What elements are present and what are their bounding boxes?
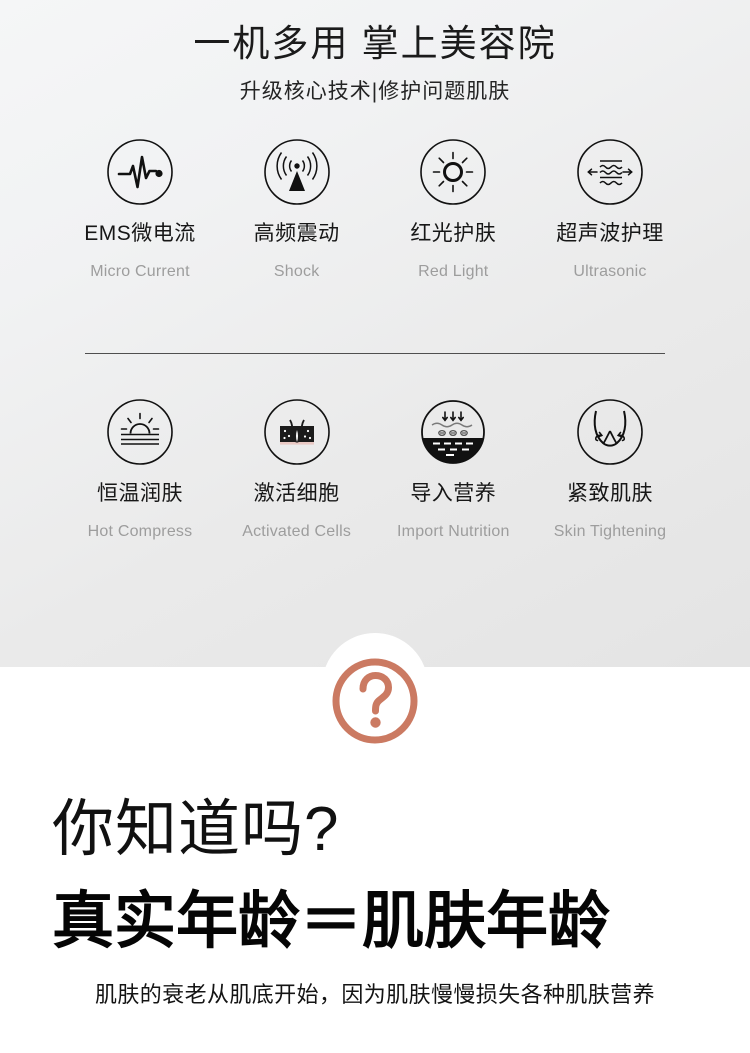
- feature-item-ultrasonic: 超声波护理 Ultrasonic: [532, 138, 688, 283]
- feature-label-en: Ultrasonic: [573, 263, 647, 280]
- features-panel: 一机多用 掌上美容院 升级核心技术|修护问题肌肤 EMS微电流 Micro Cu…: [0, 0, 750, 667]
- nutrition-absorb-icon: [421, 400, 486, 464]
- page-title: 一机多用 掌上美容院: [193, 23, 557, 64]
- feature-label-cn: 恒温润肤: [97, 482, 183, 505]
- feature-item-shock: 高频震动 Shock: [219, 138, 375, 283]
- sun-rays-icon: [420, 139, 487, 205]
- feature-item-skin-tightening: 紧致肌肤 Skin Tightening: [532, 398, 688, 543]
- feature-label-en: Hot Compress: [87, 523, 193, 540]
- feature-row-2: 恒温润肤 Hot Compress 激活细胞 Activated Cells 导…: [0, 398, 750, 543]
- feature-item-micro-current: EMS微电流 Micro Current: [62, 138, 218, 283]
- feature-item-import-nutrition: 导入营养 Import Nutrition: [375, 398, 531, 543]
- product-detail-page: 一机多用 掌上美容院 升级核心技术|修护问题肌肤 EMS微电流 Micro Cu…: [0, 0, 750, 1053]
- feature-label-en: Skin Tightening: [553, 523, 667, 540]
- ultrasonic-waves-icon: [577, 139, 643, 205]
- feature-item-red-light: 红光护肤 Red Light: [375, 138, 531, 283]
- feature-label-cn: 红光护肤: [410, 222, 497, 245]
- face-lift-icon: [577, 399, 643, 465]
- feature-label-cn: 超声波护理: [556, 222, 664, 245]
- signal-tower-icon: [263, 139, 330, 205]
- feature-item-hot-compress: 恒温润肤 Hot Compress: [62, 398, 218, 543]
- question-mark-circle-icon: [332, 658, 418, 744]
- feature-label-en: Red Light: [418, 263, 489, 280]
- sunrise-horizon-icon: [107, 399, 173, 465]
- feature-label-cn: 高频震动: [253, 222, 340, 245]
- feature-label-en: Shock: [273, 263, 320, 280]
- skin-follicle-icon: [263, 399, 330, 465]
- know-headline: 你知道吗?: [52, 795, 340, 864]
- feature-label-en: Activated Cells: [242, 523, 352, 540]
- ecg-pulse-icon: [107, 139, 173, 205]
- feature-item-activated-cells: 激活细胞 Activated Cells: [219, 398, 375, 543]
- feature-label-cn: EMS微电流: [84, 222, 196, 245]
- section-divider: [85, 353, 665, 354]
- age-equation-headline: 真实年龄＝肌肤年龄: [52, 887, 611, 956]
- feature-label-en: Micro Current: [90, 263, 190, 280]
- feature-label-cn: 激活细胞: [253, 482, 340, 505]
- feature-row-1: EMS微电流 Micro Current 高频震动 Shock 红光护肤 Red…: [0, 138, 750, 283]
- feature-label-cn: 紧致肌肤: [566, 482, 653, 505]
- note-text: 肌肤的衰老从肌底开始，因为肌肤慢慢损失各种肌肤营养: [94, 982, 655, 1007]
- feature-label-cn: 导入营养: [410, 482, 497, 505]
- feature-label-en: Import Nutrition: [397, 523, 510, 540]
- page-subtitle: 升级核心技术|修护问题肌肤: [239, 80, 511, 103]
